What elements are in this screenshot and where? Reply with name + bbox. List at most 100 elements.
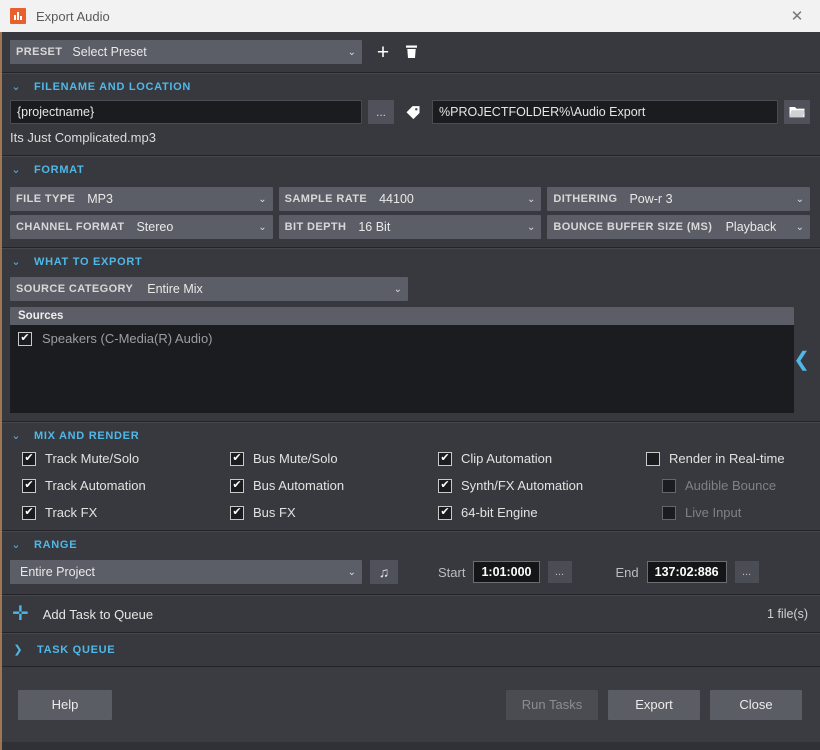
section-title-range: RANGE [34, 539, 78, 551]
source-category-select[interactable]: SOURCE CATEGORY Entire Mix ⌄ [10, 277, 408, 301]
chevron-down-icon: ⌄ [526, 221, 536, 233]
mix-render-options: Track Mute/Solo Bus Mute/Solo Clip Autom… [0, 449, 820, 530]
filename-input[interactable]: {projectname} [10, 100, 362, 124]
folder-icon[interactable] [784, 100, 810, 124]
close-icon[interactable]: ✕ [774, 0, 820, 32]
section-title-task-queue: TASK QUEUE [37, 644, 116, 656]
chevron-down-icon: ⌄ [11, 538, 21, 551]
end-time-input[interactable]: 137:02:886 [646, 561, 727, 583]
checkbox[interactable] [230, 505, 244, 520]
chevron-down-icon: ⌄ [11, 80, 21, 93]
export-path-input[interactable]: %PROJECTFOLDER%\Audio Export [432, 100, 778, 124]
end-more-button[interactable]: ... [734, 561, 759, 583]
file-type-value: MP3 [87, 192, 113, 206]
channel-format-label: CHANNEL FORMAT [16, 221, 125, 233]
dithering-select[interactable]: DITHERING Pow-r 3 ⌄ [547, 187, 811, 211]
channel-format-select[interactable]: CHANNEL FORMAT Stereo ⌄ [10, 215, 273, 239]
option-track-automation[interactable]: Track Automation [22, 478, 230, 493]
bounce-buffer-size-value: Playback [725, 220, 777, 234]
option-track-fx[interactable]: Track FX [22, 505, 230, 520]
close-button[interactable]: Close [710, 689, 802, 720]
checkbox[interactable] [230, 478, 244, 493]
section-task-queue-header[interactable]: ❯ TASK QUEUE [0, 634, 820, 666]
checkbox[interactable] [230, 451, 244, 466]
chevron-down-icon: ⌄ [11, 255, 21, 268]
option-label: Track Mute/Solo [45, 451, 140, 466]
section-what-to-export-header[interactable]: ⌄ WHAT TO EXPORT [0, 249, 820, 275]
sample-rate-select[interactable]: SAMPLE RATE 44100 ⌄ [278, 187, 542, 211]
start-more-button[interactable]: ... [547, 561, 572, 583]
chevron-down-icon: ⌄ [11, 163, 21, 176]
checkbox[interactable] [22, 451, 36, 466]
sources-list-header: Sources [10, 307, 794, 325]
option-clip-automation[interactable]: Clip Automation [438, 451, 646, 466]
channel-format-value: Stereo [136, 220, 174, 234]
range-row: Entire Project ⌄ ♫ Start 1:01:000 ... En… [0, 558, 820, 594]
delete-preset-button[interactable] [404, 44, 419, 60]
export-audio-dialog: Export Audio ✕ PRESET Select Preset ⌄ + … [0, 0, 820, 750]
option-label: Bus Mute/Solo [253, 451, 338, 466]
chevron-left-icon[interactable]: ❮ [793, 350, 810, 370]
checkbox [662, 505, 676, 520]
plus-icon: ✛ [12, 603, 29, 625]
tag-icon[interactable] [400, 100, 426, 124]
export-button[interactable]: Export [608, 689, 700, 720]
run-tasks-button[interactable]: Run Tasks [506, 689, 598, 720]
checkbox[interactable] [22, 505, 36, 520]
resolved-filename: Its Just Complicated.mp3 [10, 130, 156, 145]
range-select[interactable]: Entire Project ⌄ [10, 560, 362, 584]
option-track-mute-solo[interactable]: Track Mute/Solo [22, 451, 230, 466]
format-column-2: SAMPLE RATE 44100 ⌄ BIT DEPTH 16 Bit ⌄ [278, 187, 542, 239]
add-task-to-queue-button[interactable]: ✛ Add Task to Queue 1 file(s) [0, 596, 820, 632]
option-label: Render in Real-time [669, 451, 785, 466]
option-label: Track Automation [45, 478, 146, 493]
add-preset-button[interactable]: + [372, 42, 394, 63]
section-title-filename: FILENAME AND LOCATION [34, 81, 192, 93]
section-mix-render-header[interactable]: ⌄ MIX AND RENDER [0, 423, 820, 449]
option-label: Synth/FX Automation [461, 478, 584, 493]
option-bus-mute-solo[interactable]: Bus Mute/Solo [230, 451, 438, 466]
filename-row: {projectname} ... %PROJECTFOLDER%\Audio … [0, 100, 820, 124]
preset-select[interactable]: PRESET Select Preset ⌄ [10, 40, 362, 64]
filename-browse-button[interactable]: ... [368, 100, 394, 124]
option-audible-bounce: Audible Bounce [646, 478, 810, 493]
music-note-icon[interactable]: ♫ [370, 560, 398, 584]
source-label: Speakers (C-Media(R) Audio) [42, 331, 213, 346]
start-time-input[interactable]: 1:01:000 [473, 561, 540, 583]
source-checkbox[interactable] [18, 331, 32, 346]
help-button[interactable]: Help [18, 689, 112, 720]
dithering-value: Pow-r 3 [629, 192, 673, 206]
option-64-bit-engine[interactable]: 64-bit Engine [438, 505, 646, 520]
option-label: Bus Automation [253, 478, 345, 493]
start-label: Start [438, 564, 466, 580]
checkbox[interactable] [646, 451, 660, 466]
list-item[interactable]: Speakers (C-Media(R) Audio) [18, 331, 786, 346]
checkbox[interactable] [438, 451, 452, 466]
format-column-3: DITHERING Pow-r 3 ⌄ BOUNCE BUFFER SIZE (… [547, 187, 811, 239]
bounce-buffer-size-select[interactable]: BOUNCE BUFFER SIZE (MS) Playback ⌄ [547, 215, 811, 239]
option-render-in-real-time[interactable]: Render in Real-time [646, 451, 810, 466]
chevron-down-icon: ⌄ [393, 283, 402, 295]
section-title-what-to-export: WHAT TO EXPORT [34, 256, 143, 268]
option-label: Live Input [685, 505, 742, 520]
checkbox[interactable] [22, 478, 36, 493]
option-bus-automation[interactable]: Bus Automation [230, 478, 438, 493]
section-range-header[interactable]: ⌄ RANGE [0, 532, 820, 558]
option-live-input: Live Input [646, 505, 810, 520]
chevron-down-icon: ⌄ [11, 429, 21, 442]
option-synth-fx-automation[interactable]: Synth/FX Automation [438, 478, 646, 493]
option-label: Audible Bounce [685, 478, 777, 493]
chevron-down-icon: ⌄ [795, 193, 805, 205]
end-label: End [615, 564, 639, 580]
section-title-format: FORMAT [34, 164, 85, 176]
section-filename-header[interactable]: ⌄ FILENAME AND LOCATION [0, 74, 820, 100]
option-bus-fx[interactable]: Bus FX [230, 505, 438, 520]
add-task-label: Add Task to Queue [42, 606, 154, 622]
file-type-select[interactable]: FILE TYPE MP3 ⌄ [10, 187, 273, 211]
chevron-down-icon: ⌄ [347, 46, 356, 58]
chevron-right-icon: ❯ [13, 643, 23, 656]
checkbox[interactable] [438, 505, 452, 520]
bit-depth-select[interactable]: BIT DEPTH 16 Bit ⌄ [278, 215, 542, 239]
section-format-header[interactable]: ⌄ FORMAT [0, 157, 820, 183]
checkbox[interactable] [438, 478, 452, 493]
